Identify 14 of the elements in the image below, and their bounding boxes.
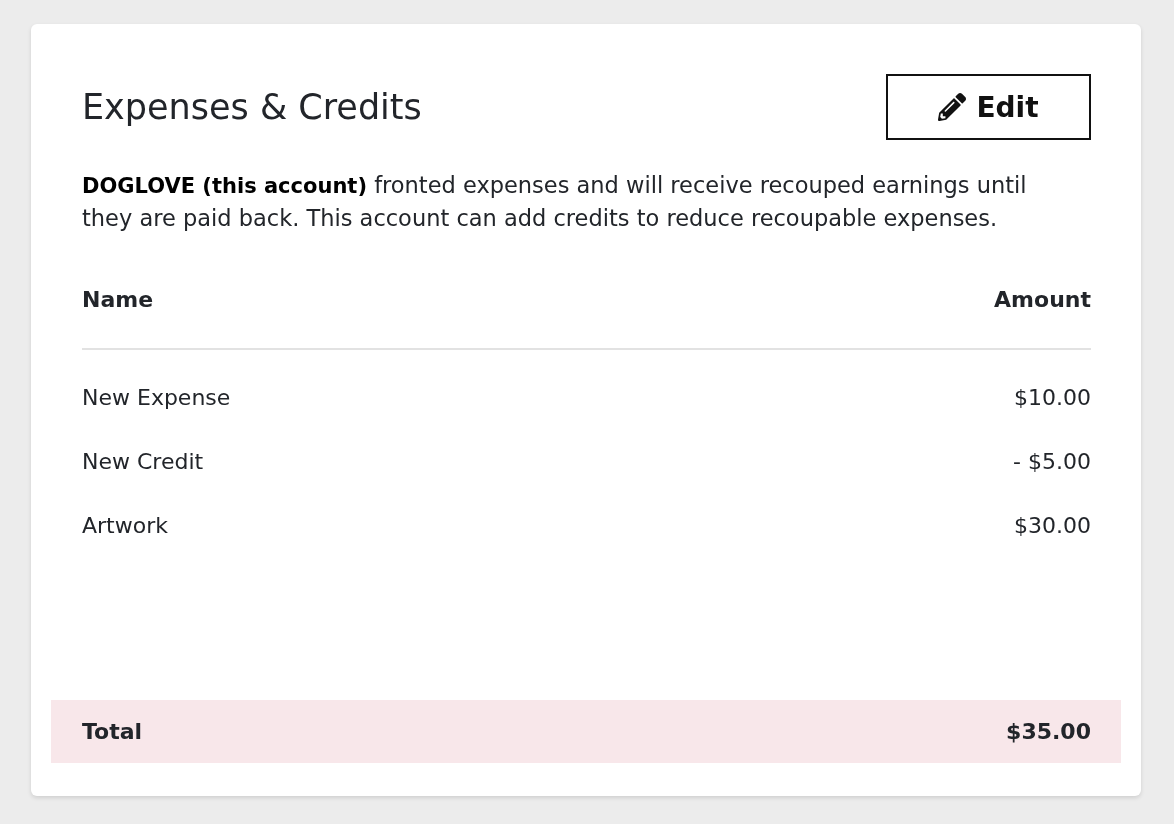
expense-amount: - $5.00	[1013, 448, 1091, 476]
total-amount: $35.00	[1006, 717, 1091, 746]
total-label: Total	[82, 717, 143, 746]
description-text: DOGLOVE (this account) fronted expenses and will receive recouped earnings until they are paid back. This account can add credits to reduce recoupable expenses.	[82, 171, 1028, 233]
pencil-icon	[938, 93, 967, 121]
column-header: Name	[82, 286, 154, 314]
expense-name: Artwork	[82, 512, 168, 540]
card-title: Expenses & Credits	[82, 86, 422, 129]
expense-name: New Credit	[82, 448, 204, 476]
expense-amount: $30.00	[1014, 512, 1091, 540]
expense-amount: $10.00	[1014, 384, 1091, 412]
column-header: Amount	[994, 286, 1091, 314]
edit-button[interactable]: Edit	[886, 74, 1091, 140]
expense-name: New Expense	[82, 384, 231, 412]
